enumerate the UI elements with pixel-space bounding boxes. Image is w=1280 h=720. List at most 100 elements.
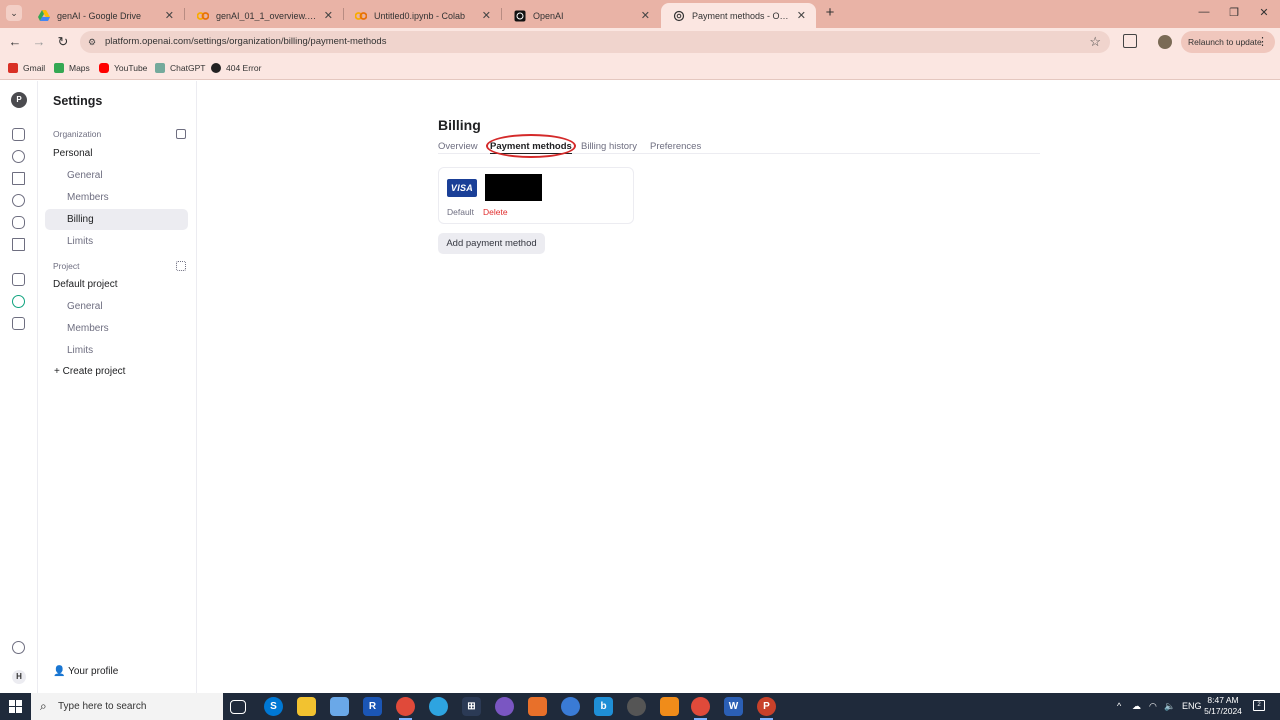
create-project-button[interactable]: + Create project — [54, 366, 125, 377]
sidebar-item-general[interactable]: General — [45, 165, 188, 186]
browser-tab-drive[interactable]: genAI - Google Drive ✕ — [26, 3, 184, 28]
browser-tab-colab-untitled[interactable]: Untitled0.ipynb - Colab ✕ — [343, 3, 501, 28]
chrome-profile-icon[interactable] — [691, 697, 710, 720]
grid-icon[interactable] — [176, 261, 186, 271]
app-icon[interactable] — [660, 697, 679, 716]
bookmark-label: YouTube — [114, 63, 148, 73]
bookmark-404-error[interactable]: 404 Error — [211, 61, 261, 75]
organization-section-label: Organization — [53, 129, 102, 139]
edge-icon[interactable] — [429, 697, 448, 716]
taskbar-clock[interactable]: 8:47 AM 5/17/2024 — [1203, 695, 1243, 717]
sidebar-item-project-general[interactable]: General — [45, 296, 188, 317]
playground-icon[interactable] — [12, 128, 25, 141]
site-info-icon[interactable]: ⚙ — [86, 36, 98, 48]
window-close-icon[interactable]: ✕ — [1256, 6, 1272, 19]
app-icon[interactable] — [627, 697, 646, 716]
delete-card-link[interactable]: Delete — [483, 207, 508, 217]
gear-icon[interactable] — [12, 295, 25, 308]
tab-title: genAI_01_1_overview.ipynb - Colab — [216, 10, 318, 21]
more-vert-icon[interactable]: ⋮ — [1257, 31, 1268, 53]
assistants-icon[interactable] — [12, 150, 25, 163]
close-icon[interactable]: ✕ — [641, 9, 650, 22]
google-drive-icon — [38, 10, 50, 22]
url-text[interactable]: platform.openai.com/settings/organizatio… — [105, 36, 386, 47]
word-icon[interactable]: W — [724, 697, 743, 716]
forward-arrow-icon[interactable]: → — [31, 34, 47, 50]
close-icon[interactable]: ✕ — [797, 9, 806, 22]
your-profile-link[interactable]: 👤 Your profile — [53, 666, 118, 677]
chrome-icon[interactable] — [396, 697, 415, 720]
restore-icon[interactable]: ❐ — [1226, 6, 1242, 19]
create-project-label: Create project — [62, 366, 126, 377]
close-icon[interactable]: ✕ — [324, 9, 333, 22]
sidebar-item-project-members[interactable]: Members — [45, 318, 188, 339]
cloud-icon[interactable]: ☁ — [1132, 701, 1141, 712]
tab-search-button[interactable]: ⌄ — [6, 5, 22, 21]
relaunch-button[interactable]: Relaunch to update ⋮ — [1181, 31, 1275, 53]
close-icon[interactable]: ✕ — [165, 9, 174, 22]
app-icon[interactable] — [495, 697, 514, 716]
bookmark-youtube[interactable]: YouTube — [99, 61, 147, 75]
org-avatar[interactable]: P — [11, 92, 27, 108]
help-icon[interactable] — [12, 641, 25, 654]
wifi-icon[interactable]: ◠ — [1149, 701, 1157, 712]
default-project-label[interactable]: Default project — [53, 279, 117, 290]
browser-tab-openai[interactable]: OpenAI ✕ — [502, 3, 660, 28]
usage-icon[interactable] — [12, 238, 25, 251]
back-arrow-icon[interactable]: ← — [7, 34, 23, 50]
tab-billing-history[interactable]: Billing history — [581, 141, 637, 152]
sidebar-item-billing[interactable]: Billing — [45, 209, 188, 230]
task-view-icon[interactable] — [230, 700, 246, 714]
docs-book-icon[interactable] — [12, 317, 25, 330]
language-indicator[interactable]: ENG — [1182, 701, 1202, 711]
plus-icon: + — [54, 366, 60, 377]
zoom-icon[interactable] — [561, 697, 580, 716]
payment-method-card: VISA Default Delete — [438, 167, 634, 224]
user-avatar[interactable]: H — [12, 670, 26, 684]
personal-group-label[interactable]: Personal — [53, 148, 92, 159]
volume-icon[interactable]: 🔈 — [1164, 701, 1175, 712]
skype-icon[interactable]: S — [264, 697, 283, 716]
chevron-up-icon[interactable]: ^ — [1117, 701, 1121, 711]
plus-icon: + — [825, 4, 835, 21]
notepad-icon[interactable] — [330, 697, 349, 716]
address-bar[interactable]: ⚙ platform.openai.com/settings/organizat… — [80, 31, 1110, 53]
rstudio-icon[interactable]: R — [363, 697, 382, 716]
sidebar-item-limits[interactable]: Limits — [45, 231, 188, 252]
sidebar-item-project-limits[interactable]: Limits — [45, 340, 188, 361]
bookmark-star-icon[interactable]: ☆ — [1089, 34, 1101, 50]
building-icon[interactable] — [176, 129, 186, 139]
new-tab-button[interactable]: + — [822, 5, 838, 21]
file-explorer-icon[interactable] — [297, 697, 316, 716]
fine-tuning-icon[interactable] — [12, 172, 25, 185]
close-icon[interactable]: ✕ — [482, 9, 491, 22]
browser-tab-payment-methods[interactable]: Payment methods - OpenAI API ✕ — [661, 3, 816, 28]
bookmark-label: ChatGPT — [170, 63, 206, 73]
lock-icon[interactable] — [12, 273, 25, 286]
matlab-icon[interactable] — [528, 697, 547, 716]
tab-title: Untitled0.ipynb - Colab — [374, 10, 466, 21]
store-grid-icon[interactable]: ⊞ — [462, 697, 481, 716]
sidebar-item-members[interactable]: Members — [45, 187, 188, 208]
reload-icon[interactable]: ↻ — [55, 34, 71, 50]
extensions-icon[interactable] — [1123, 34, 1137, 48]
profile-avatar[interactable] — [1158, 35, 1172, 49]
powerpoint-icon[interactable]: P — [757, 697, 776, 720]
tab-preferences[interactable]: Preferences — [650, 141, 701, 152]
taskbar-search-box[interactable]: ⌕ Type here to search — [31, 693, 223, 720]
browser-toolbar: ← → ↻ ⚙ platform.openai.com/settings/org… — [0, 28, 1280, 56]
notifications-icon[interactable]: 2 — [1253, 700, 1265, 711]
browser-tab-colab-overview[interactable]: genAI_01_1_overview.ipynb - Colab ✕ — [185, 3, 343, 28]
openai-icon — [514, 10, 526, 22]
bookmark-chatgpt[interactable]: ChatGPT — [155, 61, 205, 75]
bookmark-gmail[interactable]: Gmail — [8, 61, 45, 75]
minimize-icon[interactable]: — — [1196, 6, 1212, 18]
tab-overview[interactable]: Overview — [438, 141, 478, 152]
windows-start-icon[interactable] — [9, 700, 22, 713]
add-payment-method-button[interactable]: Add payment method — [438, 233, 545, 254]
search-icon: ⌕ — [40, 699, 47, 713]
bing-icon[interactable]: b — [594, 697, 613, 716]
storage-icon[interactable] — [12, 216, 25, 229]
batches-icon[interactable] — [12, 194, 25, 207]
bookmark-maps[interactable]: Maps — [54, 61, 90, 75]
